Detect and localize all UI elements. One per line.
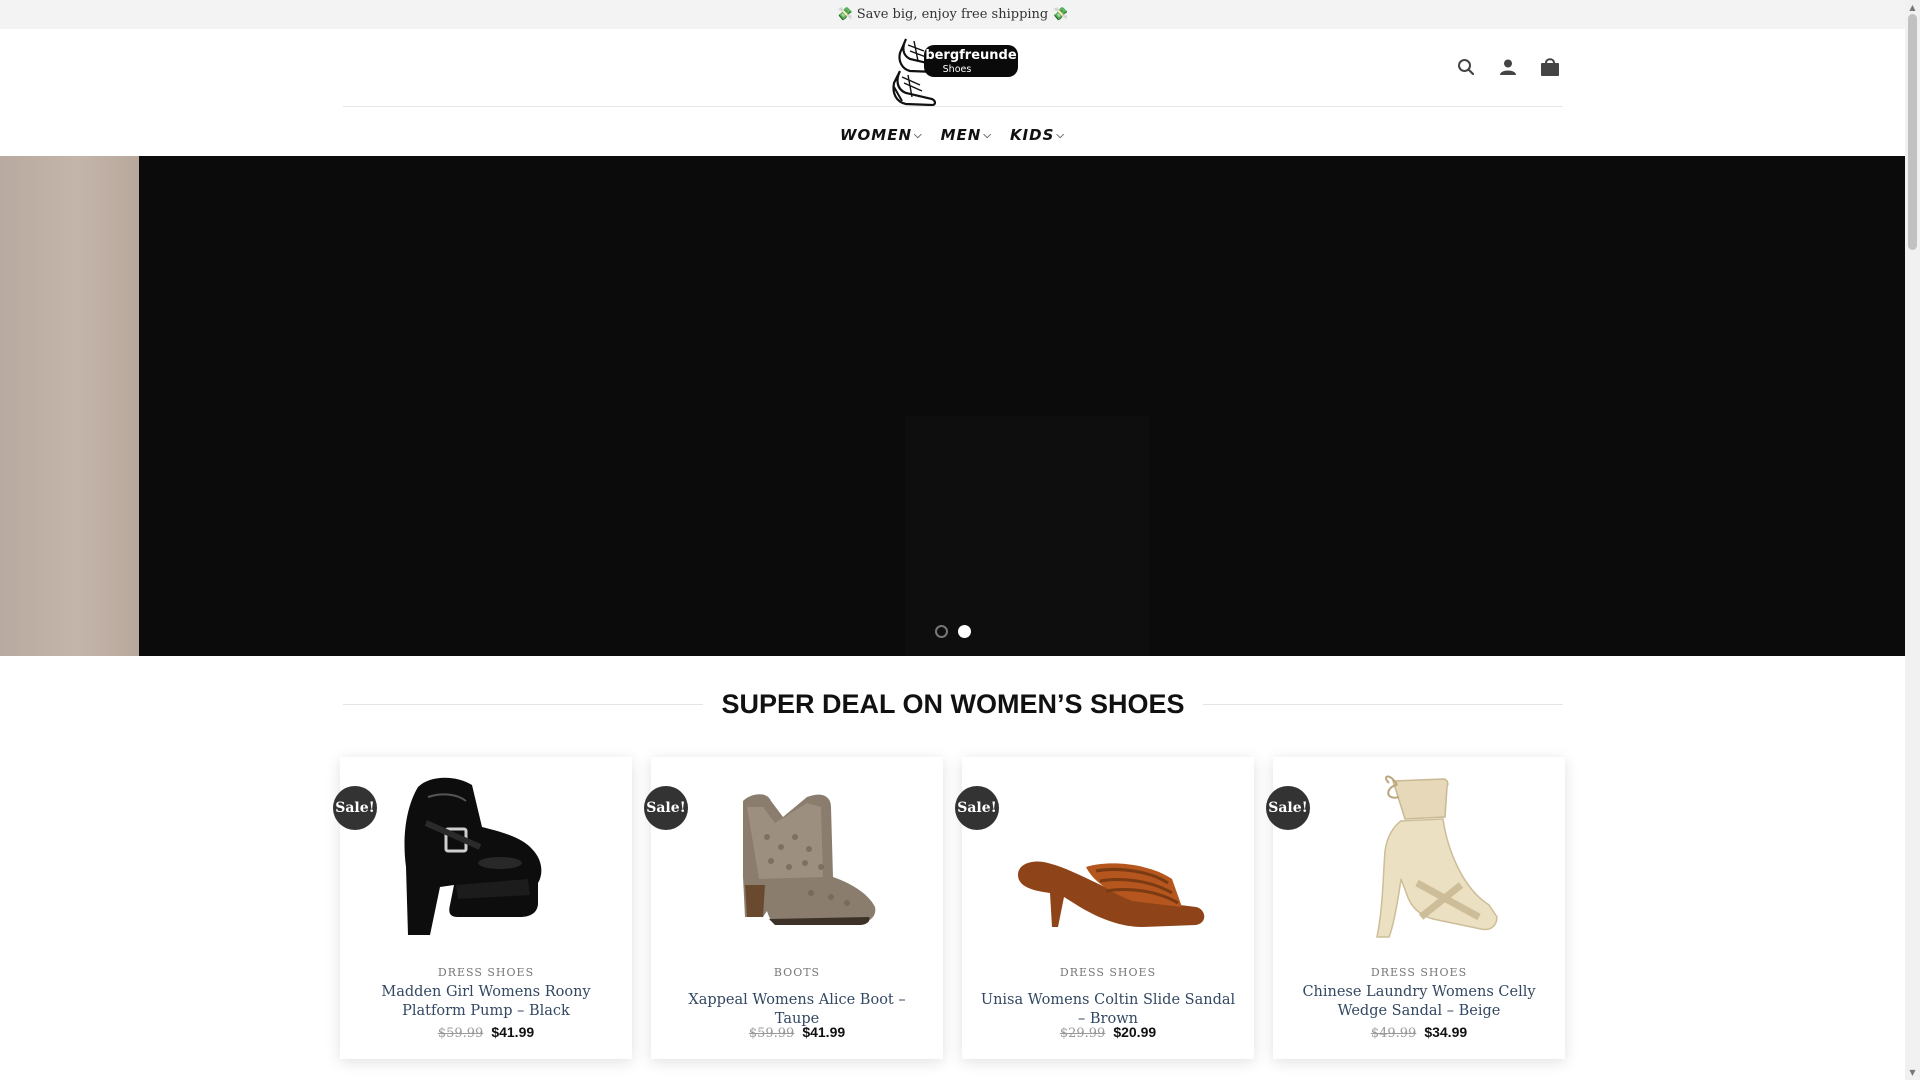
product-card[interactable]: Sale! DRESS SHOES Unisa Womens Coltin Sl… <box>955 757 1254 1059</box>
hero-image-placeholder <box>905 416 1149 656</box>
sale-price: $41.99 <box>802 1024 846 1040</box>
scroll-down-arrow-icon[interactable]: ▼ <box>1905 1065 1920 1080</box>
product-price: $29.99 $20.99 <box>962 1024 1254 1041</box>
scroll-up-arrow-icon[interactable]: ▲ <box>1905 0 1920 15</box>
old-price: $59.99 <box>748 1026 795 1041</box>
sale-price: $41.99 <box>491 1024 535 1040</box>
header-divider <box>343 106 1563 107</box>
hero-slider[interactable] <box>0 156 1905 656</box>
product-category: DRESS SHOES <box>437 966 535 979</box>
product-name[interactable]: Chinese Laundry Womens Celly Wedge Sanda… <box>1289 983 1549 1021</box>
site-header: bergfreunde Shoes WOMEN ⌵ MEN ⌵ KIDS ⌵ <box>0 29 1905 156</box>
money-icon: 💸 <box>1052 7 1069 22</box>
product-image[interactable] <box>360 767 612 957</box>
nav-label: KIDS <box>1009 126 1055 144</box>
logo-sub: Shoes <box>943 64 972 75</box>
old-price: $49.99 <box>1370 1026 1417 1041</box>
product-price: $49.99 $34.99 <box>1273 1024 1565 1041</box>
product-grid: Sale! DRESS SHOES Madden Girl Womens Roo… <box>333 757 1566 1060</box>
header-actions <box>1452 53 1564 81</box>
chevron-down-icon: ⌵ <box>914 129 923 141</box>
product-image[interactable] <box>671 767 923 957</box>
logo-brand: bergfreunde <box>925 48 1017 63</box>
product-price: $59.99 $41.99 <box>651 1024 943 1041</box>
nav-label: WOMEN <box>839 126 913 144</box>
chevron-down-icon: ⌵ <box>1056 129 1065 141</box>
search-icon[interactable] <box>1452 53 1480 81</box>
announcement-bar: 💸 Save big, enjoy free shipping 💸 <box>0 0 1905 29</box>
nav-item-men[interactable]: MEN ⌵ <box>941 126 992 144</box>
scrollbar-thumb[interactable] <box>1908 14 1917 250</box>
sale-price: $34.99 <box>1424 1024 1468 1040</box>
section-title: SUPER DEAL ON WOMEN’S SHOES <box>721 688 1185 719</box>
user-icon[interactable] <box>1494 53 1522 81</box>
slider-dot-2[interactable] <box>958 625 971 638</box>
slider-dots <box>935 625 971 638</box>
cart-icon[interactable] <box>1536 53 1564 81</box>
nav-label: MEN <box>940 126 982 144</box>
product-card[interactable]: Sale! DRESS SHOES Chinese Laundry Womens… <box>1266 757 1565 1059</box>
announcement-text: Save big, enjoy free shipping <box>856 7 1049 22</box>
money-icon: 💸 <box>836 7 853 22</box>
product-image[interactable] <box>1293 767 1545 957</box>
main-nav: WOMEN ⌵ MEN ⌵ KIDS ⌵ <box>0 117 1905 153</box>
product-image[interactable] <box>982 767 1234 957</box>
chevron-down-icon: ⌵ <box>983 129 992 141</box>
old-price: $59.99 <box>437 1026 484 1041</box>
sale-price: $20.99 <box>1113 1024 1157 1040</box>
page-scrollbar[interactable]: ▲ ▼ <box>1905 0 1920 1080</box>
divider-line <box>1202 703 1563 705</box>
section-heading-row: SUPER DEAL ON WOMEN’S SHOES <box>343 682 1563 726</box>
product-category: BOOTS <box>773 966 821 979</box>
site-logo[interactable]: bergfreunde Shoes <box>880 31 1020 107</box>
product-category: DRESS SHOES <box>1059 966 1157 979</box>
product-card[interactable]: Sale! BOOTS Xappeal Womens Alice Boot – … <box>644 757 943 1059</box>
nav-item-women[interactable]: WOMEN ⌵ <box>840 126 923 144</box>
product-category: DRESS SHOES <box>1370 966 1468 979</box>
old-price: $29.99 <box>1059 1026 1106 1041</box>
product-price: $59.99 $41.99 <box>340 1024 632 1041</box>
previous-slide-peek <box>0 156 139 656</box>
product-card[interactable]: Sale! DRESS SHOES Madden Girl Womens Roo… <box>333 757 632 1059</box>
product-name[interactable]: Madden Girl Womens Roony Platform Pump –… <box>356 983 616 1021</box>
nav-item-kids[interactable]: KIDS ⌵ <box>1010 126 1065 144</box>
logo-graphic: bergfreunde Shoes <box>892 38 1018 107</box>
slider-dot-1[interactable] <box>935 625 948 638</box>
divider-line <box>343 703 704 705</box>
